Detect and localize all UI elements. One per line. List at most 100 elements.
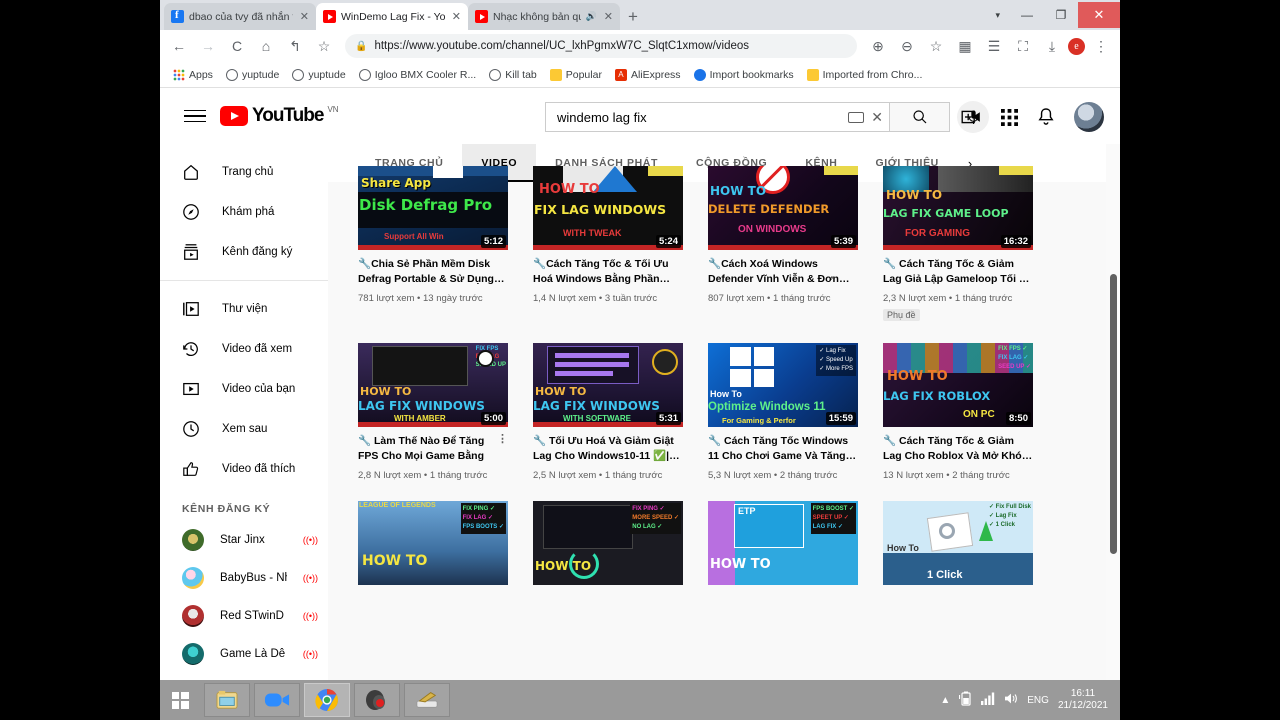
video-thumbnail[interactable]: ✓ Lag Fix ✓ Speed Up ✓ More FPS How To Opt…	[708, 343, 858, 427]
sidebar-item-home[interactable]: Trang chủ	[160, 152, 328, 192]
video-thumbnail[interactable]: FIX FPSFIX LAGSPEED UP HOW TO LAG FIX WI…	[358, 343, 508, 427]
video-card[interactable]: FIX FPSFIX LAGSPEED UP HOW TO LAG FIX WI…	[358, 343, 508, 481]
scanner-icon[interactable]	[404, 683, 450, 717]
video-thumbnail[interactable]: ✓ Fix Full Disk ✓ Lag Fix ✓ 1 Click How To…	[883, 501, 1033, 585]
video-thumbnail[interactable]: FIX FPS ✓ FIX LAG ✓ SEED UP ✓ HOW TO LAG F…	[883, 343, 1033, 427]
signal-icon[interactable]	[981, 692, 995, 708]
browser-menu-icon[interactable]: ⋮	[1088, 33, 1114, 59]
profile-avatar[interactable]: e	[1068, 37, 1085, 55]
search-input[interactable]: windemo lag fix ✕	[545, 102, 890, 132]
minimize-button[interactable]: —	[1010, 3, 1044, 27]
bookmark-import[interactable]: Import bookmarks	[689, 67, 799, 83]
video-title[interactable]: 🔧Cách Xoá Windows Defender Vĩnh Viễn & Đ…	[708, 257, 858, 287]
video-card[interactable]: HOW TO LAG FIX GAME LOOP FOR GAMING 16:3…	[883, 166, 1033, 323]
reading-list-icon[interactable]: ☰	[981, 33, 1007, 59]
mute-icon[interactable]: 🔊	[586, 11, 597, 22]
bookmark-apps[interactable]: Apps	[168, 67, 218, 83]
tray-chevron-icon[interactable]: ▲	[940, 695, 950, 706]
sidebar-channel-red-stwind[interactable]: Red STwinD ((•))	[160, 597, 328, 635]
bookmark-yuptude-1[interactable]: yuptude	[221, 67, 284, 83]
video-thumbnail[interactable]: Share App Disk Defrag Pro Support All Wi…	[358, 166, 508, 250]
undo-icon[interactable]: ↰	[282, 33, 308, 59]
zoom-out-icon[interactable]: ⊖	[894, 33, 920, 59]
video-card[interactable]: ✓ Fix Full Disk ✓ Lag Fix ✓ 1 Click How To…	[883, 501, 1033, 585]
bookmark-kill-tab[interactable]: Kill tab	[484, 67, 542, 83]
bookmark-yuptude-2[interactable]: yuptude	[287, 67, 350, 83]
sidebar-channel-game-la-de[interactable]: Game Là Dễ ((•))	[160, 635, 328, 673]
bookmark-aliexpress[interactable]: A AliExpress	[610, 67, 686, 83]
recorder-icon[interactable]	[354, 683, 400, 717]
browser-tab-1[interactable]: WinDemo Lag Fix - YouTube ✕	[316, 3, 468, 30]
extensions-icon[interactable]: ▦	[952, 33, 978, 59]
video-title[interactable]: 🔧 Cách Tăng Tốc & Giảm Lag Giả Lập Gamel…	[883, 257, 1033, 287]
video-thumbnail[interactable]: HOW TO DELETE DEFENDER ON WINDOWS 5:39	[708, 166, 858, 250]
keyboard-icon[interactable]	[848, 111, 865, 123]
video-card[interactable]: FIX FPS ✓ FIX LAG ✓ SEED UP ✓ HOW TO LAG F…	[883, 343, 1033, 481]
search-button[interactable]	[890, 102, 950, 132]
apps-grid-icon[interactable]	[1001, 108, 1018, 126]
sidebar-item-library[interactable]: Thư viện	[160, 289, 328, 329]
video-thumbnail[interactable]: FIX PING ✓ MORE SPEED ✓ NO LAG ✓ HOW TO	[533, 501, 683, 585]
volume-icon[interactable]	[1004, 692, 1018, 708]
windows-start-icon[interactable]	[160, 680, 200, 720]
video-title[interactable]: ⋮ 🔧 Làm Thế Nào Để Tăng FPS Cho Mọi Game …	[358, 434, 508, 464]
sidebar-item-subscriptions[interactable]: Kênh đăng ký	[160, 232, 328, 272]
zoom-icon[interactable]	[254, 683, 300, 717]
clear-search-icon[interactable]: ✕	[871, 109, 883, 126]
chrome-icon[interactable]	[304, 683, 350, 717]
chevron-down-icon[interactable]: ▾	[985, 10, 1010, 21]
battery-icon[interactable]	[959, 691, 972, 709]
hamburger-menu-icon[interactable]	[184, 109, 206, 123]
bookmark-popular[interactable]: Popular	[545, 67, 607, 83]
close-icon[interactable]: ✕	[298, 10, 309, 23]
video-card[interactable]: ✓ Lag Fix ✓ Speed Up ✓ More FPS How To Opt…	[708, 343, 858, 481]
video-card[interactable]: ETP FPS BOOST ✓ SPEET UP ✓ LAG FIX ✓ HOW T…	[708, 501, 858, 585]
reload-icon[interactable]: C	[224, 33, 250, 59]
download-icon[interactable]: ⤓	[1039, 33, 1065, 59]
video-card[interactable]: HOW TO DELETE DEFENDER ON WINDOWS 5:39 🔧…	[708, 166, 858, 323]
notifications-bell-icon[interactable]	[1038, 108, 1054, 126]
star-icon[interactable]: ☆	[923, 33, 949, 59]
video-title[interactable]: 🔧 Tối Ưu Hoá Và Giảm Giật Lag Cho Window…	[533, 434, 683, 464]
bookmark-imported-from-chrome[interactable]: Imported from Chro...	[802, 67, 928, 83]
sidebar-item-explore[interactable]: Khám phá	[160, 192, 328, 232]
home-icon[interactable]: ⌂	[253, 33, 279, 59]
sidebar-item-your-videos[interactable]: Video của bạn	[160, 369, 328, 409]
video-options-icon[interactable]: ⋮	[497, 434, 508, 445]
language-indicator[interactable]: ENG	[1027, 695, 1049, 706]
video-thumbnail[interactable]: HOW TO LAG FIX GAME LOOP FOR GAMING 16:3…	[883, 166, 1033, 250]
sidebar-channel-babybus[interactable]: BabyBus - Nhạc thi... ((•))	[160, 559, 328, 597]
bookmark-igloo[interactable]: Igloo BMX Cooler R...	[354, 67, 482, 83]
video-thumbnail[interactable]: HOW TO FIX LAG WINDOWS WITH TWEAK 5:24	[533, 166, 683, 250]
video-title[interactable]: 🔧Chia Sẻ Phần Mềm Disk Defrag Portable &…	[358, 257, 508, 287]
maximize-button[interactable]: ❐	[1044, 3, 1078, 27]
create-video-icon[interactable]	[961, 109, 981, 125]
forward-icon[interactable]: →	[195, 33, 221, 59]
new-tab-button[interactable]: +	[628, 7, 638, 27]
youtube-logo[interactable]: YouTube VN	[220, 105, 339, 126]
video-title[interactable]: 🔧 Cách Tăng Tốc & Giảm Lag Cho Roblox Và…	[883, 434, 1033, 464]
video-thumbnail[interactable]: HOW TO LAG FIX WINDOWS WITH SOFTWARE 5:3…	[533, 343, 683, 427]
account-avatar[interactable]	[1074, 102, 1104, 132]
sidebar-item-liked-videos[interactable]: Video đã thích	[160, 449, 328, 489]
video-card[interactable]: Share App Disk Defrag Pro Support All Wi…	[358, 166, 508, 323]
zoom-in-icon[interactable]: ⊕	[865, 33, 891, 59]
video-title[interactable]: 🔧 Cách Tăng Tốc Windows 11 Cho Chơi Game…	[708, 434, 858, 464]
close-icon[interactable]: ✕	[602, 10, 613, 23]
address-bar[interactable]: 🔒 https://www.youtube.com/channel/UC_lxh…	[345, 34, 857, 58]
close-icon[interactable]: ✕	[450, 10, 461, 23]
browser-tab-2[interactable]: Nhạc không bản quyền mọi 🔊 ✕	[468, 3, 620, 30]
sidebar-item-history[interactable]: Video đã xem	[160, 329, 328, 369]
back-icon[interactable]: ←	[166, 33, 192, 59]
sidebar-channel-star-jinx[interactable]: Star Jinx ((•))	[160, 521, 328, 559]
sidebar-item-watch-later[interactable]: Xem sau	[160, 409, 328, 449]
bookmark-star-icon[interactable]: ☆	[311, 33, 337, 59]
video-card[interactable]: HOW TO LAG FIX WINDOWS WITH SOFTWARE 5:3…	[533, 343, 683, 481]
page-scrollbar[interactable]	[1106, 144, 1120, 680]
video-title[interactable]: 🔧Cách Tăng Tốc & Tối Ưu Hoá Windows Bằng…	[533, 257, 683, 287]
video-card[interactable]: FIX PING ✓ MORE SPEED ✓ NO LAG ✓ HOW TO	[533, 501, 683, 585]
video-card[interactable]: HOW TO FIX LAG WINDOWS WITH TWEAK 5:24 🔧…	[533, 166, 683, 323]
video-thumbnail[interactable]: LEAGUE OF LEGENDS FIX PING ✓ FIX LAG ✓ FPS…	[358, 501, 508, 585]
browser-tab-0[interactable]: dbao của tvy đã nhắn tin AE Trọ ✕	[164, 3, 316, 30]
crop-icon[interactable]: ⛶	[1010, 33, 1036, 59]
